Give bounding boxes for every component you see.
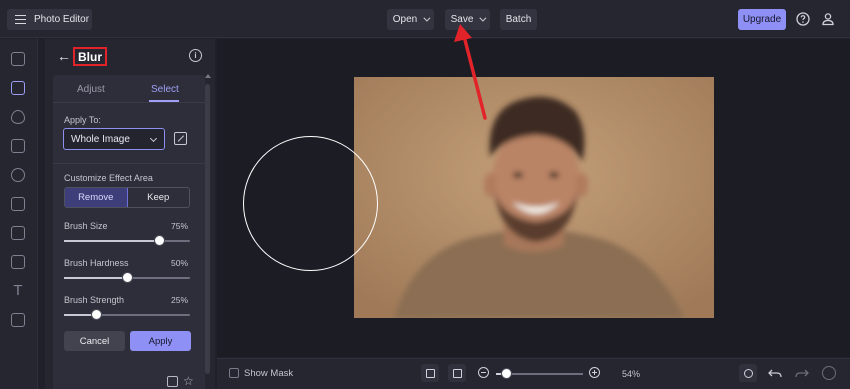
brush-strength-slider[interactable] [64,309,190,320]
tab-adjust[interactable]: Adjust [77,84,105,95]
slider-fill [64,277,127,279]
adjustments-tool-icon[interactable] [11,81,25,95]
brush-hardness-value: 50% [170,258,188,268]
apply-to-select[interactable]: Whole Image [63,128,165,150]
app-title: Photo Editor [34,14,90,25]
zoom-percentage: 54% [622,369,641,379]
actual-size-icon [452,368,462,378]
tab-select[interactable]: Select [151,84,179,95]
show-mask-label: Show Mask [244,368,294,379]
upgrade-button[interactable]: Upgrade [738,9,786,30]
elements-tool-icon[interactable] [11,226,25,240]
brush-size-label: Brush Size [64,221,108,231]
frame-tool-icon[interactable] [11,197,25,211]
fit-to-screen-button[interactable] [421,364,439,382]
zoom-out-icon[interactable] [478,367,489,378]
open-button[interactable]: Open [387,9,434,30]
keep-mode-button[interactable]: Keep [128,188,190,207]
info-icon[interactable]: i [189,49,202,62]
show-mask-checkbox[interactable] [229,368,239,378]
actual-size-button[interactable] [448,364,466,382]
history-icon[interactable] [822,366,836,380]
redo-icon[interactable] [795,366,809,380]
brush-size-value: 75% [170,221,188,231]
hamburger-menu-icon [15,15,26,24]
apply-to-value: Whole Image [71,133,130,145]
brush-strength-label: Brush Strength [64,295,125,305]
cancel-button[interactable]: Cancel [64,331,125,351]
effects-tool-icon[interactable] [11,139,25,153]
zoom-slider[interactable] [496,368,583,379]
blur-panel: ← Blur i Adjust Select Apply To: Whole I… [45,39,215,389]
photo-preview[interactable] [354,77,714,318]
panel-title: Blur [73,47,107,66]
slider-thumb[interactable] [122,272,133,283]
chevron-down-icon [479,14,487,22]
annotation-arrow [454,24,487,120]
app-menu-button[interactable]: Photo Editor [7,9,92,30]
invert-selection-icon[interactable] [174,132,187,145]
brush-hardness-label: Brush Hardness [64,258,129,268]
scroll-up-arrow-icon[interactable] [205,74,211,78]
crop-tool-icon[interactable] [11,255,25,269]
reset-view-button[interactable] [739,364,757,382]
slider-thumb[interactable] [153,235,165,246]
brush-cursor [243,136,378,271]
apply-to-label: Apply To: [64,115,101,125]
top-bar: Photo Editor Open Save Batch Upgrade [0,0,850,38]
user-account-icon[interactable] [818,9,838,29]
divider [53,163,205,164]
help-icon[interactable] [793,9,813,29]
palette-tool-icon[interactable] [11,168,25,182]
batch-button[interactable]: Batch [500,9,537,30]
panel-header: ← Blur i [45,39,215,73]
duplicate-icon[interactable] [167,376,178,387]
undo-icon[interactable] [768,366,782,380]
layers-tool-icon[interactable] [11,313,25,327]
slider-thumb[interactable] [90,309,102,320]
remove-mode-button[interactable]: Remove [65,188,128,207]
zoom-in-icon[interactable] [589,367,600,378]
brush-size-slider[interactable] [64,235,190,246]
mode-segmented-control: Remove Keep [64,187,190,208]
slider-fill [64,240,159,242]
active-tab-indicator [149,100,179,102]
image-tool-icon[interactable] [11,52,25,66]
chevron-down-icon [423,14,431,22]
tool-rail: T [0,39,38,389]
brush-strength-value: 25% [170,295,188,305]
brush-hardness-slider[interactable] [64,272,190,283]
customize-effect-area-label: Customize Effect Area [64,173,153,183]
fit-screen-icon [425,368,435,378]
panel-scrollbar[interactable] [205,84,210,374]
open-label: Open [392,14,418,25]
panel-tabs: Adjust Select [53,75,205,103]
back-arrow-icon[interactable]: ← [57,49,71,63]
chevron-down-icon [149,134,158,143]
eye-tool-icon[interactable] [11,110,25,124]
text-tool-icon[interactable]: T [11,283,25,298]
star-icon[interactable]: ☆ [183,375,194,387]
apply-button[interactable]: Apply [130,331,191,351]
refresh-icon [743,368,753,378]
batch-label: Batch [505,14,532,25]
